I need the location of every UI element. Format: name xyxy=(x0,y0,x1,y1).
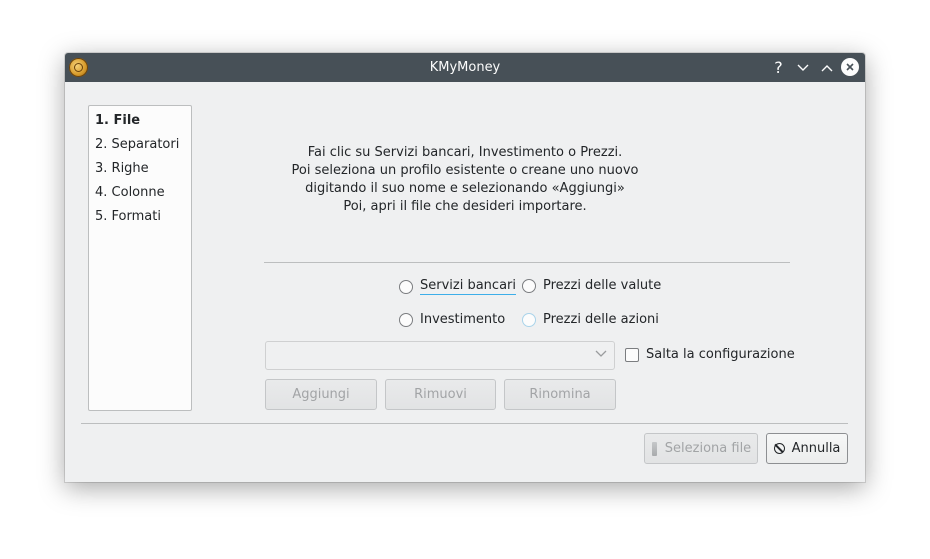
minimize-icon[interactable] xyxy=(793,58,812,77)
skip-setup-option[interactable]: Salta la configurazione xyxy=(625,347,795,362)
select-file-button[interactable]: Seleziona file xyxy=(644,433,758,464)
stock-prices-radio[interactable] xyxy=(522,312,536,327)
divider xyxy=(264,262,790,263)
step-formats: 5. Formati xyxy=(95,209,161,224)
help-icon[interactable]: ? xyxy=(769,58,788,77)
cancel-label: Annulla xyxy=(791,441,841,456)
import-wizard-window: KMyMoney ? 1. File 2. Separatori 3. Righ… xyxy=(65,53,865,482)
investment-radio[interactable] xyxy=(399,312,413,327)
maximize-icon[interactable] xyxy=(817,58,836,77)
investment-label[interactable]: Investimento xyxy=(420,312,505,327)
select-file-label: Seleziona file xyxy=(664,441,752,456)
banking-label[interactable]: Servizi bancari xyxy=(420,278,516,295)
stock-prices-label[interactable]: Prezzi delle azioni xyxy=(543,312,659,327)
intro-line-1: Fai clic su Servizi bancari, Investiment… xyxy=(307,145,623,160)
stock-prices-option[interactable]: Prezzi delle azioni xyxy=(522,312,659,327)
close-icon[interactable] xyxy=(841,58,859,76)
intro-line-2: Poi seleziona un profilo esistente o cre… xyxy=(291,163,639,178)
cancel-button[interactable]: Annulla xyxy=(766,433,848,464)
cancel-icon xyxy=(773,443,785,454)
investment-option[interactable]: Investimento xyxy=(399,312,505,327)
currency-prices-radio[interactable] xyxy=(522,278,536,293)
chevron-down-icon[interactable] xyxy=(594,348,608,362)
currency-prices-option[interactable]: Prezzi delle valute xyxy=(522,278,661,293)
wizard-steps-list: 1. File 2. Separatori 3. Righe 4. Colonn… xyxy=(88,105,192,411)
step-separators: 2. Separatori xyxy=(95,137,180,152)
step-columns: 4. Colonne xyxy=(95,185,165,200)
banking-radio[interactable] xyxy=(399,279,413,294)
rename-profile-button[interactable]: Rinomina xyxy=(504,379,616,410)
step-rows: 3. Righe xyxy=(95,161,149,176)
remove-profile-button[interactable]: Rimuovi xyxy=(385,379,496,410)
step-file: 1. File xyxy=(95,113,141,128)
footer-divider xyxy=(81,423,848,424)
window-title: KMyMoney xyxy=(429,60,501,75)
profile-combobox[interactable] xyxy=(265,341,615,370)
intro-line-3: digitando il suo nome e selezionando «Ag… xyxy=(305,181,625,196)
banking-option[interactable]: Servizi bancari xyxy=(399,278,516,295)
file-icon xyxy=(651,441,658,456)
intro-line-4: Poi, apri il file che desideri importare… xyxy=(343,199,587,214)
skip-setup-label[interactable]: Salta la configurazione xyxy=(646,347,795,362)
titlebar: KMyMoney ? xyxy=(65,53,865,82)
currency-prices-label[interactable]: Prezzi delle valute xyxy=(543,278,661,293)
add-profile-button[interactable]: Aggiungi xyxy=(265,379,377,410)
intro-text: Fai clic su Servizi bancari, Investiment… xyxy=(265,144,665,216)
skip-setup-checkbox[interactable] xyxy=(625,347,639,362)
